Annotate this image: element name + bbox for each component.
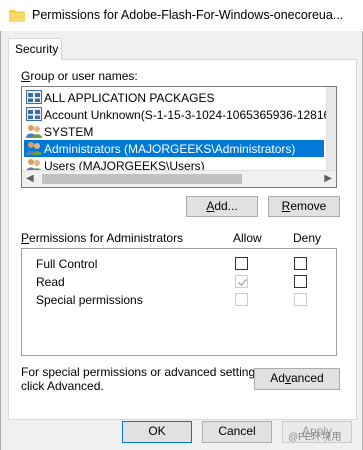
app-packages-icon <box>26 90 42 105</box>
group-user-names-label: Group or user names: <box>21 69 138 83</box>
user-group-icon <box>26 124 42 139</box>
vertical-scrollbar[interactable] <box>326 87 336 171</box>
allow-column-header: Allow <box>233 231 262 245</box>
remove-button[interactable]: Remove <box>268 196 340 217</box>
permissions-list: Full Control Read Special permissions <box>21 248 337 356</box>
unknown-account-icon <box>26 107 42 122</box>
special-allow-checkbox[interactable] <box>235 293 248 306</box>
full-control-deny-checkbox[interactable] <box>294 257 307 270</box>
folder-icon <box>9 9 25 22</box>
deny-column-header: Deny <box>293 231 322 245</box>
list-item[interactable]: Account Unknown(S-1-15-3-1024-1065365936… <box>24 106 336 123</box>
dialog-body: Security Group or user names: ALL APPLIC… <box>0 31 363 450</box>
list-item[interactable]: SYSTEM <box>24 123 324 140</box>
cancel-button[interactable]: Cancel <box>202 421 272 443</box>
watermark: @PE环境用 <box>288 432 342 443</box>
scroll-left-icon[interactable]: ◀ <box>26 173 34 184</box>
user-group-icon <box>26 141 42 156</box>
user-name: ALL APPLICATION PACKAGES <box>44 91 215 105</box>
ok-button[interactable]: OK <box>122 421 192 443</box>
scrollbar-thumb[interactable] <box>42 174 242 184</box>
special-permissions-note-2: click Advanced. <box>21 379 104 393</box>
title-bar[interactable]: Permissions for Adobe-Flash-For-Windows-… <box>0 0 363 31</box>
full-control-allow-checkbox[interactable] <box>235 257 248 270</box>
user-list[interactable]: ALL APPLICATION PACKAGES Account Unknown… <box>21 86 337 188</box>
permission-special: Special permissions <box>36 293 143 307</box>
horizontal-scrollbar[interactable]: ◀ ▶ <box>22 170 336 187</box>
user-name: SYSTEM <box>44 125 94 139</box>
security-tab-page: Group or user names: ALL APPLICATION PAC… <box>8 59 357 420</box>
read-deny-checkbox[interactable] <box>294 275 307 288</box>
user-name: Administrators (MAJORGEEKS\Administrator… <box>44 142 296 156</box>
permissions-header: Permissions for Administrators <box>21 231 184 245</box>
window-title: Permissions for Adobe-Flash-For-Windows-… <box>32 8 344 22</box>
permission-full-control: Full Control <box>36 257 98 271</box>
special-permissions-note: For special permissions or advanced sett… <box>21 365 265 379</box>
list-item[interactable]: ALL APPLICATION PACKAGES <box>24 89 324 106</box>
checkmark-icon <box>237 278 248 287</box>
user-name: Account Unknown(S-1-15-3-1024-1065365936… <box>44 108 337 122</box>
permission-read: Read <box>36 275 65 289</box>
special-deny-checkbox[interactable] <box>294 293 307 306</box>
read-allow-checkbox[interactable] <box>235 275 248 288</box>
scroll-right-icon[interactable]: ▶ <box>324 173 332 184</box>
advanced-button[interactable]: Advanced <box>254 368 340 390</box>
list-item-selected[interactable]: Administrators (MAJORGEEKS\Administrator… <box>24 140 324 157</box>
tab-security[interactable]: Security <box>8 38 62 60</box>
add-button[interactable]: Add... <box>186 196 258 217</box>
